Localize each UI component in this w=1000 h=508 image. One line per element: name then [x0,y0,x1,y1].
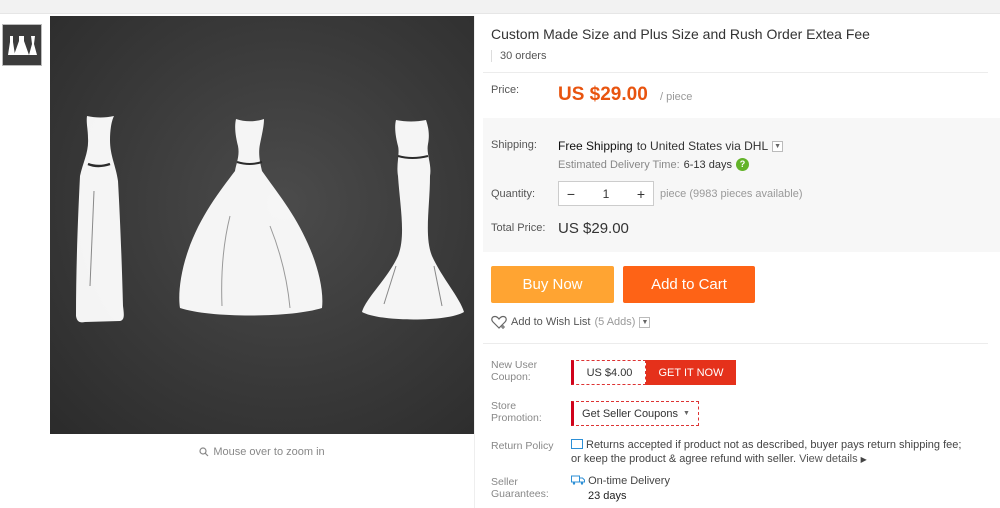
quantity-stepper: − 1 + [558,181,654,206]
estimated-delivery: Estimated Delivery Time: 6-13 days ? [558,158,749,171]
thumbnail-image[interactable] [2,24,42,66]
return-policy-line2: or keep the product & agree refund with … [571,453,797,465]
dress-ballgown-illustration [179,119,323,316]
product-image[interactable] [50,16,474,434]
price-unit: / piece [660,91,693,103]
buy-now-button[interactable]: Buy Now [491,266,614,303]
promotion-label-line1: Store [491,400,517,412]
get-coupon-button[interactable]: GET IT NOW [646,360,736,385]
total-price-value: US $29.00 [558,220,629,237]
question-icon[interactable]: ? [735,158,749,171]
seller-coupons-label: Get Seller Coupons [582,407,679,420]
dress-column-illustration [76,116,124,323]
guarantees-label-line2: Guarantees: [491,488,549,500]
column-divider [474,16,475,508]
eta-label: Estimated Delivery Time: [558,158,680,171]
price-value: US $29.00 [558,84,648,105]
quantity-label: Quantity: [491,188,536,200]
top-strip [0,0,1000,14]
zoom-hint-text: Mouse over to zoom in [213,446,325,458]
chevron-down-icon[interactable]: ▼ [772,140,784,152]
return-policy-text: Returns accepted if product not as descr… [571,438,991,467]
return-policy-line1: Returns accepted if product not as descr… [586,439,962,451]
guarantee-days: 23 days [588,490,627,502]
coupon-amount: US $4.00 [571,360,646,385]
quantity-increase-button[interactable]: + [629,186,653,202]
free-shipping-text: Free Shipping [558,139,633,153]
coupon-label-line1: New User [491,359,538,371]
dress-mermaid-illustration [362,120,464,320]
promotion-label-line2: Promotion: [491,412,542,424]
document-icon [571,439,583,449]
price-label: Price: [491,84,520,96]
return-policy-label: Return Policy [491,440,554,452]
heart-icon [491,315,507,329]
zoom-hint: Mouse over to zoom in [50,446,474,458]
orders-count: 30 orders [491,50,546,62]
shipping-destination: to United States via DHL [636,139,769,153]
total-price-label: Total Price: [491,222,546,234]
seller-guarantees: On-time Delivery 23 days [571,474,670,504]
divider [483,343,988,344]
search-icon [199,447,209,457]
product-title: Custom Made Size and Plus Size and Rush … [491,26,870,42]
truck-icon [571,475,585,485]
divider [483,72,988,73]
guarantee-item: On-time Delivery [588,475,670,487]
get-seller-coupons-button[interactable]: Get Seller Coupons ▼ [571,401,699,426]
guarantees-label-line1: Seller [491,476,518,488]
seller-guarantees-label: Seller Guarantees: [491,476,549,500]
chevron-right-icon: ▶ [860,455,867,464]
chevron-down-icon: ▼ [683,410,690,417]
new-user-coupon: US $4.00 GET IT NOW [571,360,736,385]
new-user-coupon-label: New User Coupon: [491,359,537,383]
view-details-link[interactable]: View details [799,453,858,465]
quantity-input[interactable]: 1 [583,187,629,201]
store-promotion-label: Store Promotion: [491,400,542,424]
quantity-decrease-button[interactable]: − [559,186,583,202]
wishlist-label: Add to Wish List [511,316,591,328]
coupon-label-line2: Coupon: [491,371,531,383]
chevron-down-icon[interactable]: ▼ [639,316,651,328]
add-to-cart-button[interactable]: Add to Cart [623,266,755,303]
add-to-wishlist[interactable]: Add to Wish List (5 Adds) ▼ [491,315,651,329]
eta-days: 6-13 days [683,158,732,171]
wishlist-count: (5 Adds) [594,316,636,328]
shipping-method[interactable]: Free Shipping to United States via DHL ▼ [558,139,784,153]
quantity-availability: piece (9983 pieces available) [660,188,803,200]
shipping-label: Shipping: [491,139,537,151]
